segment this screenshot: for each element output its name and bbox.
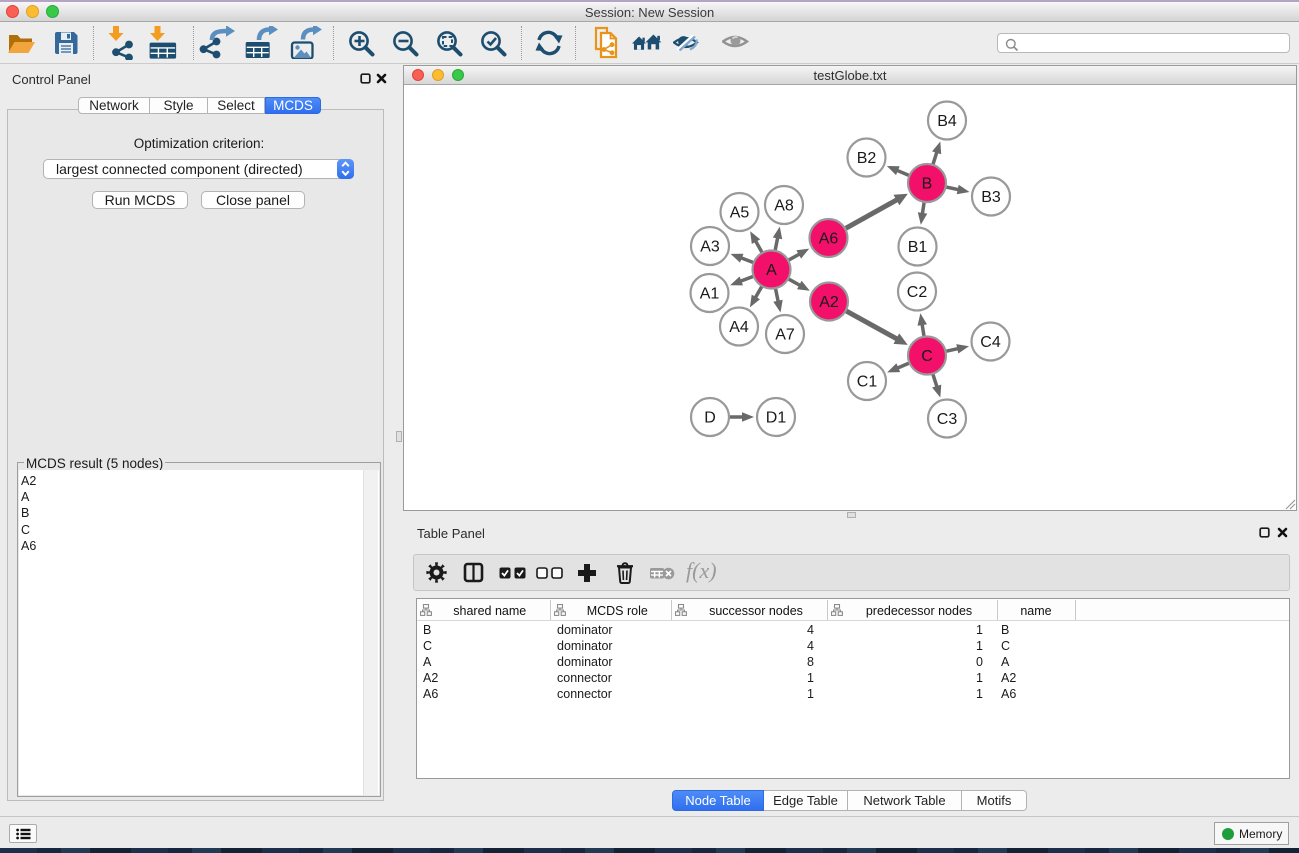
svg-text:B1: B1 [908, 239, 928, 256]
svg-text:C4: C4 [980, 334, 1001, 351]
svg-text:D: D [704, 410, 716, 427]
svg-text:B2: B2 [857, 150, 877, 167]
svg-text:B3: B3 [981, 189, 1001, 206]
svg-text:A5: A5 [730, 205, 750, 222]
svg-text:C1: C1 [857, 374, 878, 391]
svg-text:C2: C2 [907, 284, 928, 301]
svg-text:A7: A7 [775, 327, 795, 344]
svg-text:B: B [922, 176, 933, 193]
svg-text:A6: A6 [819, 231, 839, 248]
svg-text:A4: A4 [729, 319, 749, 336]
svg-text:B4: B4 [937, 113, 957, 130]
svg-text:A1: A1 [700, 286, 720, 303]
svg-text:C: C [921, 348, 933, 365]
svg-text:C3: C3 [937, 411, 958, 428]
svg-text:A8: A8 [774, 198, 794, 215]
svg-text:A2: A2 [819, 294, 839, 311]
svg-text:D1: D1 [766, 410, 787, 427]
svg-text:A: A [766, 262, 777, 279]
svg-text:A3: A3 [700, 239, 720, 256]
